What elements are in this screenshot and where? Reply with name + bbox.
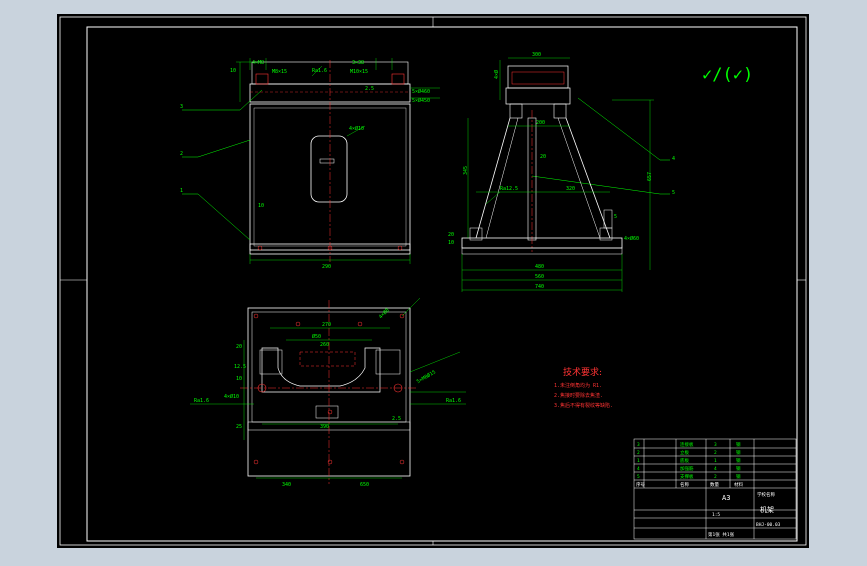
tb-row-no: 5 xyxy=(637,474,640,480)
dim-side-14: 345 xyxy=(463,166,469,175)
dim-front-3: M8×15 xyxy=(272,69,287,75)
dim-top-9: Ra1.6 xyxy=(194,398,209,404)
tb-row-mat: 钢 xyxy=(736,449,741,456)
dim-side-3: 200 xyxy=(536,120,545,126)
tb-row-name: 加强筋 xyxy=(680,465,694,472)
dim-top-13: 390 xyxy=(320,424,329,430)
dim-side-2: 4×Ø xyxy=(493,70,500,79)
dim-top-8: 25 xyxy=(236,424,242,430)
note-line: 2.焦接时要除去焦渣. xyxy=(554,392,603,399)
dim-side-7: 5 xyxy=(614,214,617,220)
tb-row-mat: 钢 xyxy=(736,473,741,480)
tb-row-no: 4 xyxy=(637,466,640,472)
dim-side-4: 20 xyxy=(540,154,546,160)
tb-row-mat: 钢 xyxy=(736,441,741,448)
tb-row-qty: 4 xyxy=(714,466,717,472)
sheet-background xyxy=(57,14,809,548)
dim-top-4: 260 xyxy=(320,342,329,348)
dim-front-6: 2.5 xyxy=(365,86,374,92)
dim-front-4: M10×15 xyxy=(350,69,368,75)
dim-top-11: Ra1.6 xyxy=(446,398,461,404)
cad-viewport[interactable]: ✓/(✓) 4×M8 3×38 M8×15 M10×15 10 2.5 5×Ø4… xyxy=(0,0,867,562)
tb-drawing-no: BHJ-00.03 xyxy=(756,522,781,528)
tb-row-qty: 1 xyxy=(714,458,717,464)
tb-sheet: 第1张 共1张 xyxy=(708,531,735,538)
tb-row-name: 立板 xyxy=(680,449,689,456)
leader-label-4: 4 xyxy=(672,156,675,162)
tb-header: 数量 xyxy=(710,481,719,488)
tb-row-qty: 2 xyxy=(714,474,717,480)
leader-label-3: 3 xyxy=(180,104,183,110)
dim-side-12: 560 xyxy=(535,274,544,280)
dim-side-1: 300 xyxy=(532,52,541,58)
tb-row-name: 底板 xyxy=(680,457,689,464)
tb-header: 名称 xyxy=(680,481,689,488)
tb-row-name: 连接板 xyxy=(680,441,694,448)
tb-part-name: 机架 xyxy=(760,505,774,514)
dim-top-15: 340 xyxy=(282,482,291,488)
dim-front-10: 10 xyxy=(258,203,264,209)
tb-row-mat: 钢 xyxy=(736,465,741,472)
tb-header: 序号 xyxy=(636,481,645,488)
tb-row-qty: 2 xyxy=(714,450,717,456)
tb-row-no: 3 xyxy=(637,442,640,448)
tb-row-no: 1 xyxy=(637,458,640,464)
dim-side-10: 10 xyxy=(448,240,454,246)
dim-top-6: 12.5 xyxy=(234,364,246,370)
dim-top-14: 2.5 xyxy=(392,416,401,422)
dim-front-1: 4×M8 xyxy=(252,60,264,66)
tb-scale: 1:5 xyxy=(712,512,720,518)
dim-side-9: 20 xyxy=(448,232,454,238)
dim-side-8: 4×Ø60 xyxy=(624,235,639,242)
dim-front-9: 4×Ø10 xyxy=(349,125,364,132)
dim-front-8: 5×Ø450 xyxy=(412,97,430,104)
dim-side-11: 480 xyxy=(535,264,544,270)
tb-row-mat: 钢 xyxy=(736,457,741,464)
dim-top-10: 4×Ø10 xyxy=(224,393,239,400)
leader-label-5: 5 xyxy=(672,190,675,196)
leader-label-2: 2 xyxy=(180,151,183,157)
tb-row-name: 支撑板 xyxy=(680,473,694,480)
dim-side-15: 657 xyxy=(647,172,653,181)
dim-top-3: Ø50 xyxy=(312,333,321,340)
dim-top-16: 650 xyxy=(360,482,369,488)
tb-header: 材料 xyxy=(734,481,743,488)
drawing-canvas: ✓/(✓) 4×M8 3×38 M8×15 M10×15 10 2.5 5×Ø4… xyxy=(57,14,809,548)
tb-sheet-size: A3 xyxy=(722,494,730,502)
dim-top-2: 270 xyxy=(322,322,331,328)
dim-side-6: Ra12.5 xyxy=(500,186,518,192)
roughness-symbol: ✓/(✓) xyxy=(702,65,753,85)
tb-row-no: 2 xyxy=(637,450,640,456)
note-line: 3.焦后不得有裂纹等缺陷. xyxy=(554,402,613,409)
dim-side-5: 320 xyxy=(566,186,575,192)
notes-title: 技术要求: xyxy=(563,366,602,378)
tb-row-qty: 3 xyxy=(714,442,717,448)
leader-label-1: 1 xyxy=(180,188,183,194)
tb-school: 学校名称 xyxy=(757,491,775,498)
dim-top-7: 10 xyxy=(236,376,242,382)
dim-front-2: 3×38 xyxy=(352,60,364,66)
dim-front-12: Ra1.6 xyxy=(312,68,327,74)
dim-top-5: 20 xyxy=(236,344,242,350)
dim-front-5: 10 xyxy=(230,68,236,74)
dim-front-7: 5×Ø460 xyxy=(412,88,430,95)
dim-front-11: 290 xyxy=(322,264,331,270)
dim-side-13: 740 xyxy=(535,284,544,290)
note-line: 1.未注倒角均为 R1. xyxy=(554,382,602,389)
